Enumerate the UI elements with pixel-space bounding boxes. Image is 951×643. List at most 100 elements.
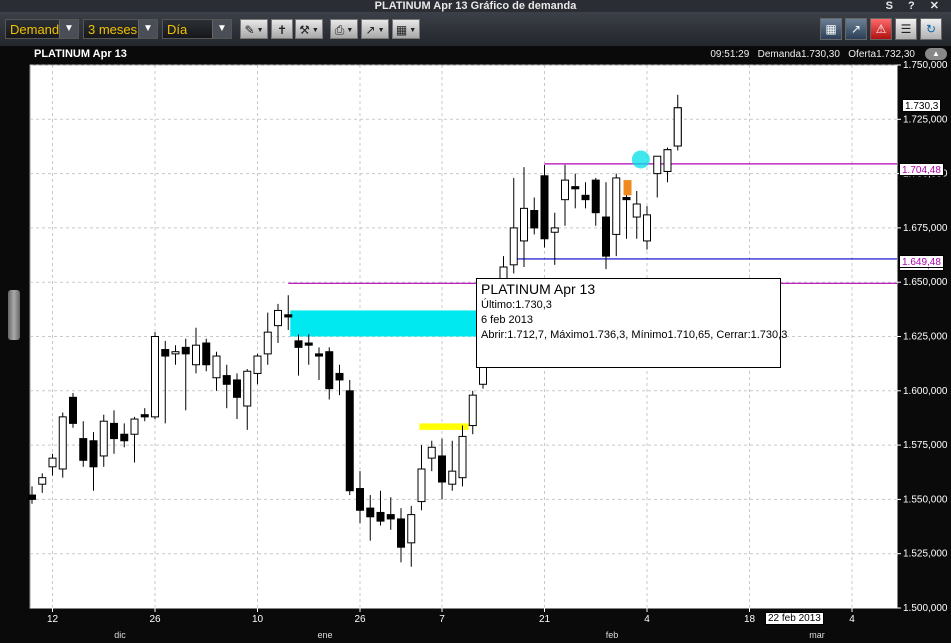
candle-body <box>325 351 334 390</box>
candle-body <box>540 175 549 240</box>
candle-body <box>622 196 631 201</box>
x-month-label: feb <box>606 630 619 640</box>
candle-body <box>202 342 211 366</box>
highlight-zone <box>290 310 481 337</box>
candle-body <box>28 494 36 500</box>
notes-button[interactable]: ☰ <box>895 18 917 40</box>
date-cursor-label: 22 feb 2013 <box>765 612 824 625</box>
export-button[interactable]: ↻ <box>920 18 942 40</box>
alert-icon: ⚠ <box>875 22 887 36</box>
candle-body <box>120 433 129 442</box>
x-month-label: mar <box>809 630 825 640</box>
y-tick-label: 1.550,000 <box>903 494 948 505</box>
candle-body-overlay <box>663 149 672 172</box>
x-tick-label: 26 <box>149 614 161 625</box>
chart-type-button[interactable]: ↗ ▼ <box>361 19 389 39</box>
print-button[interactable]: ⎙ ▼ <box>330 19 358 39</box>
candle-body <box>550 227 559 233</box>
window-controls[interactable]: S ? ✕ <box>886 0 945 12</box>
line-label-1704[interactable]: 1.704,48 <box>899 163 944 176</box>
interval-select[interactable]: Día ▼ <box>162 19 232 39</box>
candle-body <box>581 194 590 201</box>
chart-area[interactable]: 1.500,000 1.525,000 1.550,000 1.575,000 1.60… <box>0 46 951 643</box>
last-price-label: 1.730,3 <box>902 99 942 112</box>
x-tick-label: 18 <box>744 614 756 625</box>
export-icon: ↻ <box>925 22 937 36</box>
side-panel-handle[interactable] <box>8 290 20 340</box>
candle-body <box>509 227 518 266</box>
candle-body <box>591 179 600 214</box>
candle-body-overlay <box>673 107 682 147</box>
period-select[interactable]: 3 meses ▼ <box>83 19 158 39</box>
tooltip-last: Último:1.730,3 <box>481 299 552 311</box>
candle-body <box>79 438 88 461</box>
y-tick-label: 1.675,000 <box>903 223 948 234</box>
window-title: PLATINUM Apr 13 Gráfico de demanda <box>374 0 577 12</box>
candle-tooltip: PLATINUM Apr 13 Último:1.730,3 6 feb 201… <box>476 278 787 368</box>
candle-body <box>438 455 446 483</box>
chart-button[interactable]: ↗ <box>845 18 867 40</box>
pin-button[interactable]: ✝ <box>271 19 293 39</box>
grid-button[interactable]: ▦ ▼ <box>392 19 420 39</box>
line-label-1649[interactable]: 1.649,48 <box>899 255 944 268</box>
x-month-label: dic <box>114 630 126 640</box>
candle-body <box>253 355 262 374</box>
chart-icon: ↗ <box>850 22 862 36</box>
candle-body <box>315 353 323 357</box>
window-titlebar: PLATINUM Apr 13 Gráfico de demanda S ? ✕ <box>0 0 951 12</box>
x-month-label: ene <box>317 630 332 640</box>
cyan-marker <box>631 150 650 169</box>
candle-body <box>274 309 282 327</box>
pencil-icon: ✎ <box>244 23 255 37</box>
candle-body <box>520 207 528 242</box>
candle-body <box>386 514 395 520</box>
candle-body <box>222 375 231 385</box>
y-tick-label: 1.750,000 <box>903 60 948 71</box>
draw-line-button[interactable]: ✎ ▼ <box>240 19 268 39</box>
candle-body <box>448 470 457 485</box>
scroll-up-button[interactable]: ▲ <box>925 48 947 60</box>
candle-body <box>48 457 57 468</box>
candle-body <box>233 379 241 398</box>
tools-button[interactable]: ⚒ ▼ <box>295 19 323 39</box>
tooltip-title: PLATINUM Apr 13 <box>481 281 596 297</box>
alert-button[interactable]: ⚠ <box>870 18 892 40</box>
candle-body <box>294 340 303 348</box>
data-type-select[interactable]: Demanda ▼ <box>5 19 79 39</box>
candle-body <box>140 414 149 418</box>
y-tick-label: 1.650,000 <box>903 277 948 288</box>
candle-body <box>612 177 621 235</box>
highlight-zone <box>419 423 469 430</box>
orange-marker <box>623 180 632 196</box>
candle-body <box>376 511 385 522</box>
chevron-down-icon[interactable]: ▼ <box>212 20 231 38</box>
y-tick-label: 1.600,000 <box>903 386 948 397</box>
candle-body <box>417 468 426 503</box>
line-chart-icon: ↗ <box>365 23 376 37</box>
candle-body <box>530 210 539 229</box>
candle-body <box>571 186 580 190</box>
candle-body <box>427 446 436 459</box>
candle-body <box>243 370 252 407</box>
candle-body <box>397 518 405 548</box>
chevron-down-icon[interactable]: ▼ <box>138 20 157 38</box>
candle-body <box>99 420 108 457</box>
x-tick-label: 7 <box>439 614 445 625</box>
candle-body <box>284 314 293 318</box>
y-tick-label: 1.500,000 <box>903 603 948 614</box>
windows-icon: ▦ <box>825 22 837 36</box>
candle-body <box>263 331 272 355</box>
status-oferta: Oferta1.732,30 <box>848 49 915 60</box>
candle-body <box>171 351 180 355</box>
x-tick-label: 12 <box>47 614 59 625</box>
x-tick-label: 4 <box>849 614 855 625</box>
candle-body <box>345 390 354 492</box>
chevron-down-icon[interactable]: ▼ <box>59 20 78 38</box>
candle-body <box>407 514 416 544</box>
y-tick-label: 1.625,000 <box>903 332 948 343</box>
toolbar: Demanda ▼ 3 meses ▼ Día ▼ ✎ ▼ ✝ ⚒ ▼ ⎙ ▼ ↗ ▼ … <box>0 12 951 47</box>
printer-icon: ⎙ <box>334 23 345 37</box>
notes-icon: ☰ <box>900 22 912 36</box>
windows-button[interactable]: ▦ <box>820 18 842 40</box>
candle-body <box>653 155 662 175</box>
